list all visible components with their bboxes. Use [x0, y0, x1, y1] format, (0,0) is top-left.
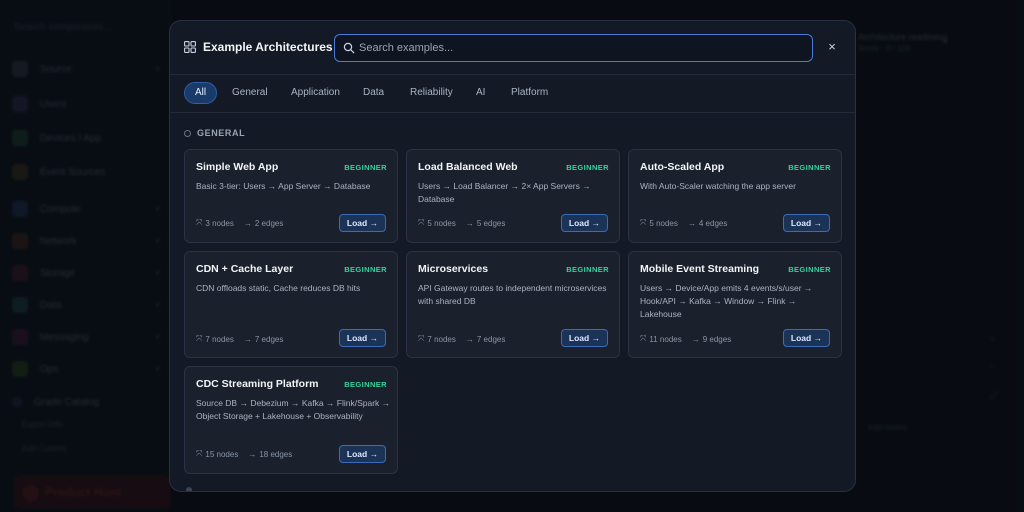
- load-button[interactable]: Load →: [783, 214, 830, 232]
- example-card[interactable]: Simple Web App BEGINNER Basic 3-tier: Us…: [184, 149, 398, 243]
- nodes-icon: ⤧: [640, 218, 647, 227]
- grid-icon: [184, 41, 196, 53]
- card-description: API Gateway routes to independent micros…: [418, 283, 607, 307]
- nodes-icon: ⤧: [418, 218, 425, 227]
- tab-general[interactable]: General: [222, 82, 278, 104]
- card-title: Microservices: [418, 263, 489, 275]
- example-card[interactable]: Mobile Event Streaming BEGINNER Users → …: [628, 251, 842, 358]
- card-description: Source DB → Debezium → Kafka → Flink/Spa…: [196, 398, 391, 422]
- difficulty-badge: BEGINNER: [788, 265, 831, 274]
- tab-reliability[interactable]: Reliability: [400, 82, 463, 104]
- card-title: Simple Web App: [196, 161, 279, 173]
- example-card[interactable]: Microservices BEGINNER API Gateway route…: [406, 251, 620, 358]
- example-card[interactable]: Load Balanced Web BEGINNER Users → Load …: [406, 149, 620, 243]
- edges-icon: →: [465, 218, 474, 228]
- card-description: Basic 3-tier: Users → App Server → Datab…: [196, 181, 371, 191]
- card-meta: ⤧ 5 nodes → 4 edges: [640, 218, 728, 228]
- load-button[interactable]: Load →: [561, 329, 608, 347]
- tab-data[interactable]: Data: [353, 82, 394, 104]
- difficulty-badge: BEGINNER: [566, 265, 609, 274]
- card-title: CDN + Cache Layer: [196, 263, 294, 275]
- difficulty-badge: BEGINNER: [566, 163, 609, 172]
- modal-title: Example Architectures: [203, 40, 333, 54]
- nodes-icon: ⤧: [196, 218, 203, 227]
- difficulty-badge: BEGINNER: [788, 163, 831, 172]
- tab-application[interactable]: Application: [281, 82, 350, 104]
- edges-icon: →: [248, 449, 257, 459]
- card-meta: ⤧ 5 nodes → 5 edges: [418, 218, 506, 228]
- edges-icon: →: [465, 334, 474, 344]
- load-button[interactable]: Load →: [339, 214, 386, 232]
- load-button[interactable]: Load →: [339, 445, 386, 463]
- card-title: CDC Streaming Platform: [196, 378, 319, 390]
- tab-platform[interactable]: Platform: [501, 82, 558, 104]
- difficulty-badge: BEGINNER: [344, 380, 387, 389]
- card-title: Auto-Scaled App: [640, 161, 725, 173]
- card-meta: ⤧ 7 nodes → 7 edges: [196, 334, 284, 344]
- card-description: With Auto-Scaler watching the app server: [640, 181, 796, 191]
- card-description: CDN offloads static, Cache reduces DB hi…: [196, 283, 361, 293]
- next-section-dot: [186, 487, 192, 491]
- load-button[interactable]: Load →: [561, 214, 608, 232]
- card-description: Users → Load Balancer → 2× App Servers →…: [418, 181, 591, 205]
- card-meta: ⤧ 11 nodes → 9 edges: [640, 334, 732, 344]
- close-button[interactable]: ×: [824, 39, 840, 55]
- card-title: Mobile Event Streaming: [640, 263, 760, 275]
- card-title: Load Balanced Web: [418, 161, 518, 173]
- example-card[interactable]: CDC Streaming Platform BEGINNER Source D…: [184, 366, 398, 474]
- tab-ai[interactable]: AI: [466, 82, 495, 104]
- load-button[interactable]: Load →: [783, 329, 830, 347]
- card-meta: ⤧ 7 nodes → 7 edges: [418, 334, 506, 344]
- nodes-icon: ⤧: [196, 449, 203, 458]
- section-header: GENERAL: [184, 128, 245, 138]
- example-architectures-modal: Example Architectures × All General Appl…: [169, 20, 856, 492]
- nodes-icon: ⤧: [640, 334, 647, 343]
- difficulty-badge: BEGINNER: [344, 163, 387, 172]
- card-meta: ⤧ 15 nodes → 18 edges: [196, 449, 293, 459]
- section-dot-icon: [184, 129, 191, 137]
- search-icon: [343, 42, 355, 54]
- edges-icon: →: [691, 334, 700, 344]
- edges-icon: →: [243, 334, 252, 344]
- nodes-icon: ⤧: [418, 334, 425, 343]
- example-card[interactable]: Auto-Scaled App BEGINNER With Auto-Scale…: [628, 149, 842, 243]
- modal-header: Example Architectures ×: [170, 21, 855, 75]
- difficulty-badge: BEGINNER: [344, 265, 387, 274]
- search-box[interactable]: [334, 34, 813, 62]
- example-card[interactable]: CDN + Cache Layer BEGINNER CDN offloads …: [184, 251, 398, 358]
- nodes-icon: ⤧: [196, 334, 203, 343]
- edges-icon: →: [243, 218, 252, 228]
- card-description: Users → Device/App emits 4 events/s/user…: [640, 283, 813, 320]
- category-tabs: All General Application Data Reliability…: [170, 75, 855, 113]
- edges-icon: →: [687, 218, 696, 228]
- card-meta: ⤧ 3 nodes → 2 edges: [196, 218, 284, 228]
- tab-all[interactable]: All: [184, 82, 218, 104]
- load-button[interactable]: Load →: [339, 329, 386, 347]
- search-input[interactable]: [359, 35, 799, 61]
